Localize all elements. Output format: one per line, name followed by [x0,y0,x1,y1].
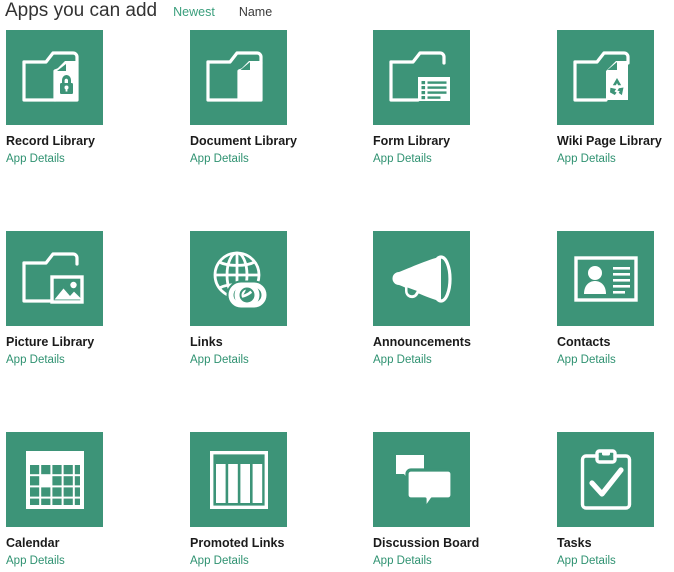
app-tile[interactable] [373,432,470,527]
app-details-link[interactable]: App Details [373,555,432,567]
app-card-promoted-links[interactable]: Promoted Links App Details [190,432,287,569]
app-tile[interactable] [6,231,103,326]
app-card-picture-library[interactable]: Picture Library App Details [6,231,103,368]
app-details-link[interactable]: App Details [6,153,65,165]
app-name: Form Library [373,134,451,148]
app-card-links[interactable]: Links App Details [190,231,287,368]
app-tile[interactable] [557,231,654,326]
app-details-link[interactable]: App Details [190,153,249,165]
calendar-grid-icon [25,450,84,509]
app-details-link[interactable]: App Details [557,153,616,165]
app-grid-row: Record Library App Details Document Libr… [0,30,674,231]
app-name: Discussion Board [373,536,480,550]
sort-link-name[interactable]: Name [239,4,272,20]
app-card-discussion-board[interactable]: Discussion Board App Details [373,432,480,569]
app-tile[interactable] [190,231,287,326]
app-tile[interactable] [6,432,103,527]
app-name: Contacts [557,335,611,349]
app-details-link[interactable]: App Details [190,555,249,567]
megaphone-icon [392,254,452,303]
app-details-link[interactable]: App Details [6,555,65,567]
app-card-calendar[interactable]: Calendar App Details [6,432,103,569]
page-header: Apps you can add Newest Name [0,0,674,26]
page-title: Apps you can add [5,0,158,21]
app-tile[interactable] [373,231,470,326]
app-tile[interactable] [190,432,287,527]
app-details-link[interactable]: App Details [373,354,432,366]
speech-bubbles-icon [395,454,453,510]
app-details-link[interactable]: App Details [6,354,65,366]
folder-form-icon [388,50,450,102]
app-name: Wiki Page Library [557,134,662,148]
app-name: Picture Library [6,335,95,349]
app-card-document-library[interactable]: Document Library App Details [190,30,297,167]
app-details-link[interactable]: App Details [190,354,249,366]
clipboard-check-icon [580,448,631,510]
app-grid-row: Calendar App Details Promoted Links App … [0,432,674,572]
sort-links: Newest Name [173,4,272,20]
app-name: Calendar [6,536,60,550]
app-name: Document Library [190,134,297,148]
app-details-link[interactable]: App Details [373,153,432,165]
app-tile[interactable] [557,30,654,125]
app-details-link[interactable]: App Details [557,555,616,567]
app-name: Promoted Links [190,536,285,550]
app-tile[interactable] [557,432,654,527]
app-grid: Record Library App Details Document Libr… [0,30,674,572]
app-card-tasks[interactable]: Tasks App Details [557,432,654,569]
folder-recycle-icon [572,50,630,102]
app-card-contacts[interactable]: Contacts App Details [557,231,654,368]
app-card-wiki-page-library[interactable]: Wiki Page Library App Details [557,30,662,167]
app-tile[interactable] [190,30,287,125]
globe-chain-icon [213,251,268,309]
app-name: Announcements [373,335,471,349]
app-name: Links [190,335,223,349]
contact-card-icon [573,255,638,302]
folder-document-icon [205,50,263,102]
app-details-link[interactable]: App Details [557,354,616,366]
columns-tiles-icon [209,450,268,509]
app-grid-row: Picture Library App Details Links App De… [0,231,674,432]
app-card-announcements[interactable]: Announcements App Details [373,231,471,368]
app-tile[interactable] [6,30,103,125]
app-card-form-library[interactable]: Form Library App Details [373,30,470,167]
app-card-record-library[interactable]: Record Library App Details [6,30,103,167]
folder-lock-icon [21,50,79,102]
app-name: Record Library [6,134,95,148]
sort-link-newest[interactable]: Newest [173,4,215,20]
folder-picture-icon [21,251,84,304]
apps-gallery-page: Apps you can add Newest Name Record Libr… [0,0,674,568]
app-tile[interactable] [373,30,470,125]
app-name: Tasks [557,536,592,550]
